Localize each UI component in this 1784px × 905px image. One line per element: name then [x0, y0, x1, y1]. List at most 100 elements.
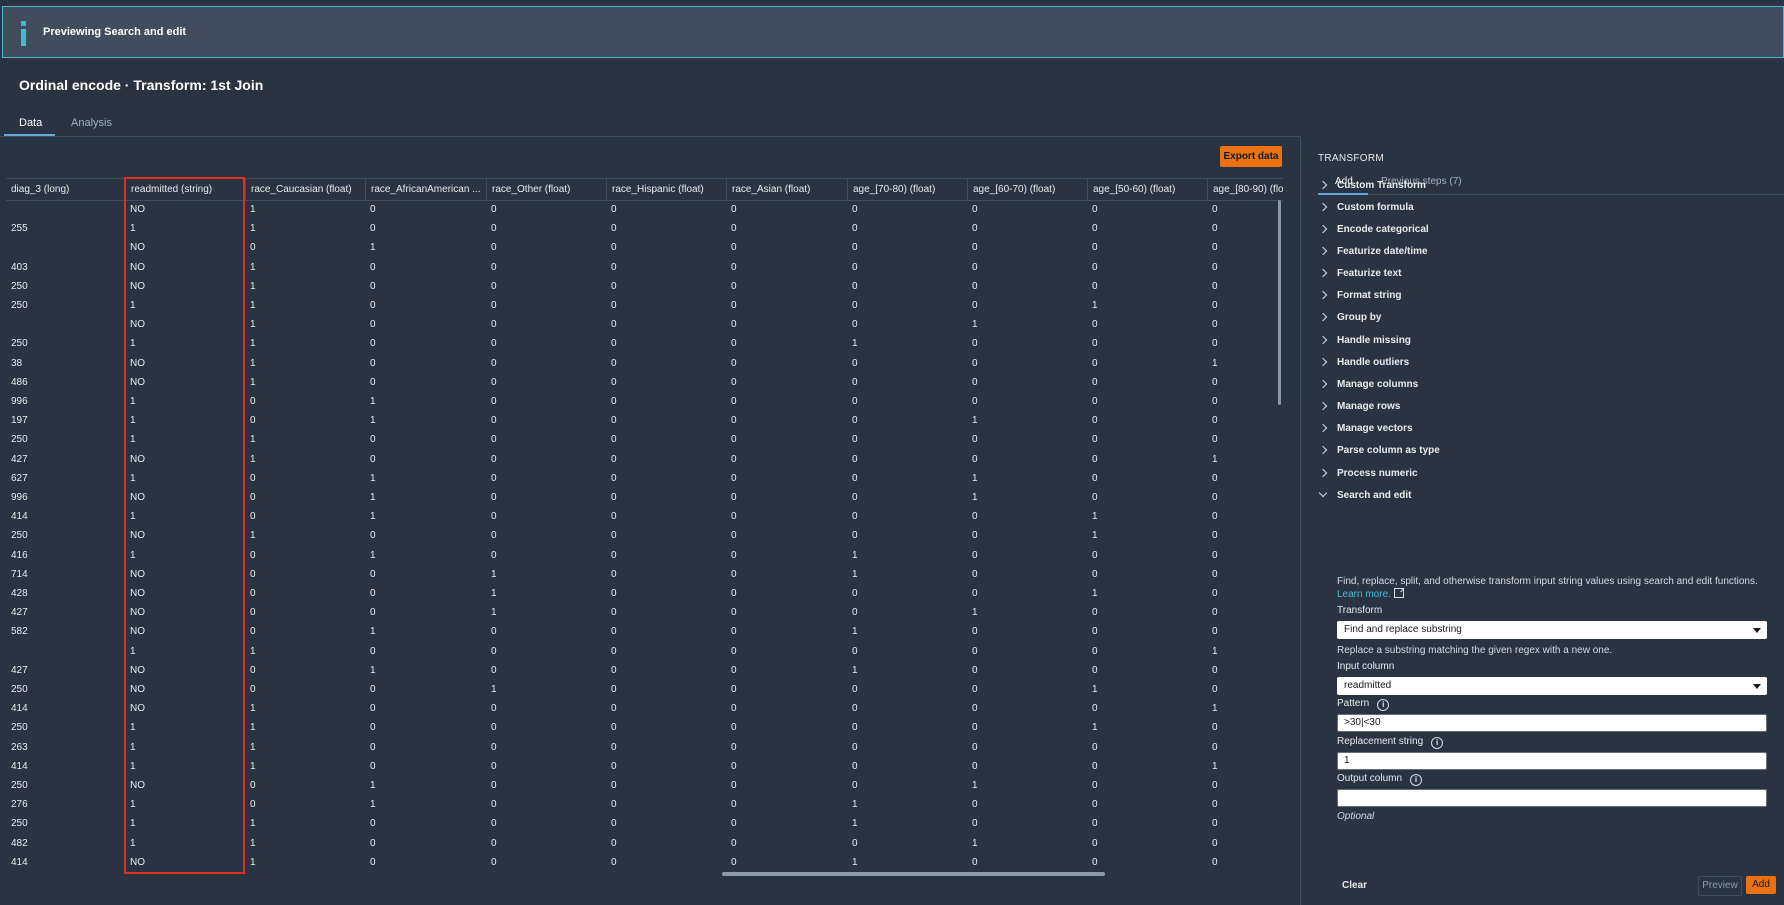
table-cell: 0: [1092, 415, 1098, 427]
table-cell: 1: [852, 818, 858, 830]
transform-item-search-and-edit[interactable]: Search and edit: [1318, 487, 1758, 507]
table-row: 250 1 1 0 0 0 0 1 0 0 0: [6, 334, 1283, 353]
vertical-scrollbar[interactable]: [1278, 200, 1281, 405]
table-cell: 0: [1092, 280, 1098, 292]
output-column-input[interactable]: [1337, 789, 1767, 807]
learn-more-link[interactable]: Learn more.: [1337, 589, 1391, 600]
table-cell: 0: [972, 280, 978, 292]
transform-select[interactable]: Find and replace substring: [1337, 621, 1767, 639]
column-header[interactable]: race_Asian (float): [726, 179, 847, 200]
column-header[interactable]: readmitted (string): [125, 179, 245, 200]
transform-item-parse-column-as-type[interactable]: Parse column as type: [1318, 442, 1758, 462]
transform-item-manage-rows[interactable]: Manage rows: [1318, 398, 1758, 418]
tab-data[interactable]: Data: [19, 117, 42, 129]
page-title: Ordinal encode · Transform: 1st Join: [19, 77, 264, 93]
column-header[interactable]: race_Hispanic (float): [606, 179, 726, 200]
table-cell: 0: [611, 357, 617, 369]
transform-item-group-by[interactable]: Group by: [1318, 309, 1758, 329]
input-column-select[interactable]: readmitted: [1337, 677, 1767, 695]
table-cell: 0: [731, 837, 737, 849]
table-cell: 0: [731, 261, 737, 273]
column-header[interactable]: age_[60-70) (float): [967, 179, 1087, 200]
replacement-input[interactable]: 1: [1337, 752, 1767, 770]
column-header[interactable]: race_AfricanAmerican ...: [365, 179, 486, 200]
horizontal-scrollbar[interactable]: [722, 872, 1105, 876]
table-cell: 0: [370, 645, 376, 657]
transform-item-custom-formula[interactable]: Custom formula: [1318, 199, 1758, 219]
table-cell: 0: [611, 799, 617, 811]
table-cell: 0: [852, 741, 858, 753]
table-row: 996 NO 0 1 0 0 0 0 1 0 0: [6, 488, 1283, 507]
table-cell: 0: [852, 300, 858, 311]
table-cell: 0: [1092, 492, 1098, 503]
table-cell: 0: [1092, 664, 1098, 676]
transform-item-manage-vectors[interactable]: Manage vectors: [1318, 420, 1758, 440]
export-data-button[interactable]: Export data: [1220, 146, 1282, 167]
transform-item-featurize-text[interactable]: Featurize text: [1318, 265, 1758, 285]
column-header[interactable]: race_Other (float): [486, 179, 606, 200]
table-cell: 1: [130, 722, 136, 734]
transform-item-label: Search and edit: [1337, 490, 1412, 501]
table-row: 1 1 0 0 0 0 0 0 0 1: [6, 642, 1283, 661]
table-cell: 0: [491, 856, 497, 868]
transform-item-handle-outliers[interactable]: Handle outliers: [1318, 354, 1758, 374]
table-cell: 0: [972, 396, 978, 407]
table-cell: 414: [11, 856, 28, 868]
column-header[interactable]: age_[70-80) (float): [847, 179, 967, 200]
clear-button[interactable]: Clear: [1342, 880, 1367, 891]
table-cell: 0: [370, 357, 376, 369]
table-cell: NO: [130, 492, 145, 503]
info-icon[interactable]: i: [1431, 737, 1444, 749]
table-cell: 0: [611, 492, 617, 503]
table-cell: 0: [491, 472, 497, 484]
info-icon[interactable]: i: [1377, 699, 1390, 711]
table-cell: 250: [11, 722, 28, 734]
table-row: 250 NO 1 0 0 0 0 0 0 1 0: [6, 526, 1283, 545]
transform-item-custom-transform[interactable]: Custom Transform: [1318, 177, 1758, 197]
table-cell: 0: [731, 338, 737, 350]
table-cell: 1: [972, 607, 978, 619]
transform-item-manage-columns[interactable]: Manage columns: [1318, 376, 1758, 396]
info-icon[interactable]: i: [1410, 774, 1423, 786]
table-cell: 0: [852, 780, 858, 791]
table-cell: 0: [491, 453, 497, 465]
table-cell: 0: [1212, 376, 1218, 388]
table-cell: 0: [972, 357, 978, 369]
column-header[interactable]: age_[50-60) (float): [1087, 179, 1207, 200]
table-cell: 0: [250, 626, 256, 638]
table-row: 276 1 0 1 0 0 0 1 0 0 0: [6, 795, 1283, 814]
add-button[interactable]: Add: [1746, 876, 1776, 894]
transform-item-process-numeric[interactable]: Process numeric: [1318, 465, 1758, 485]
table-cell: 1: [370, 626, 376, 638]
pattern-input[interactable]: >30|<30: [1337, 714, 1767, 732]
table-row: 427 NO 0 1 0 0 0 1 0 0 0: [6, 661, 1283, 680]
transform-item-label: Featurize date/time: [1337, 246, 1428, 257]
table-cell: 1: [1212, 645, 1218, 657]
table-cell: 0: [852, 530, 858, 542]
table-cell: 0: [250, 664, 256, 676]
transform-item-featurize-date-time[interactable]: Featurize date/time: [1318, 243, 1758, 263]
table-cell: 0: [1212, 434, 1218, 446]
table-cell: 427: [11, 664, 28, 676]
tab-analysis[interactable]: Analysis: [71, 117, 112, 129]
transform-item-label: Custom Transform: [1337, 180, 1426, 191]
transform-item-format-string[interactable]: Format string: [1318, 287, 1758, 307]
table-cell: 0: [491, 434, 497, 446]
chevron-down-icon: [1318, 488, 1328, 498]
table-cell: 0: [491, 357, 497, 369]
table-cell: 38: [11, 357, 23, 369]
transform-item-encode-categorical[interactable]: Encode categorical: [1318, 221, 1758, 241]
pattern-label: Pattern i: [1337, 698, 1390, 711]
column-header[interactable]: race_Caucasian (float): [245, 179, 365, 200]
table-cell: [6, 200, 125, 219]
column-header[interactable]: age_[80-90) (flo: [1207, 179, 1283, 200]
preview-button[interactable]: Preview: [1698, 876, 1742, 896]
transform-item-handle-missing[interactable]: Handle missing: [1318, 332, 1758, 352]
table-cell: 0: [731, 530, 737, 542]
table-cell: 0: [852, 434, 858, 446]
table-cell: 714: [11, 568, 28, 580]
column-header[interactable]: diag_3 (long): [6, 179, 125, 200]
table-row: 627 1 0 1 0 0 0 0 1 0 0: [6, 469, 1283, 488]
table-cell: 0: [731, 376, 737, 388]
table-cell: 0: [731, 684, 737, 695]
